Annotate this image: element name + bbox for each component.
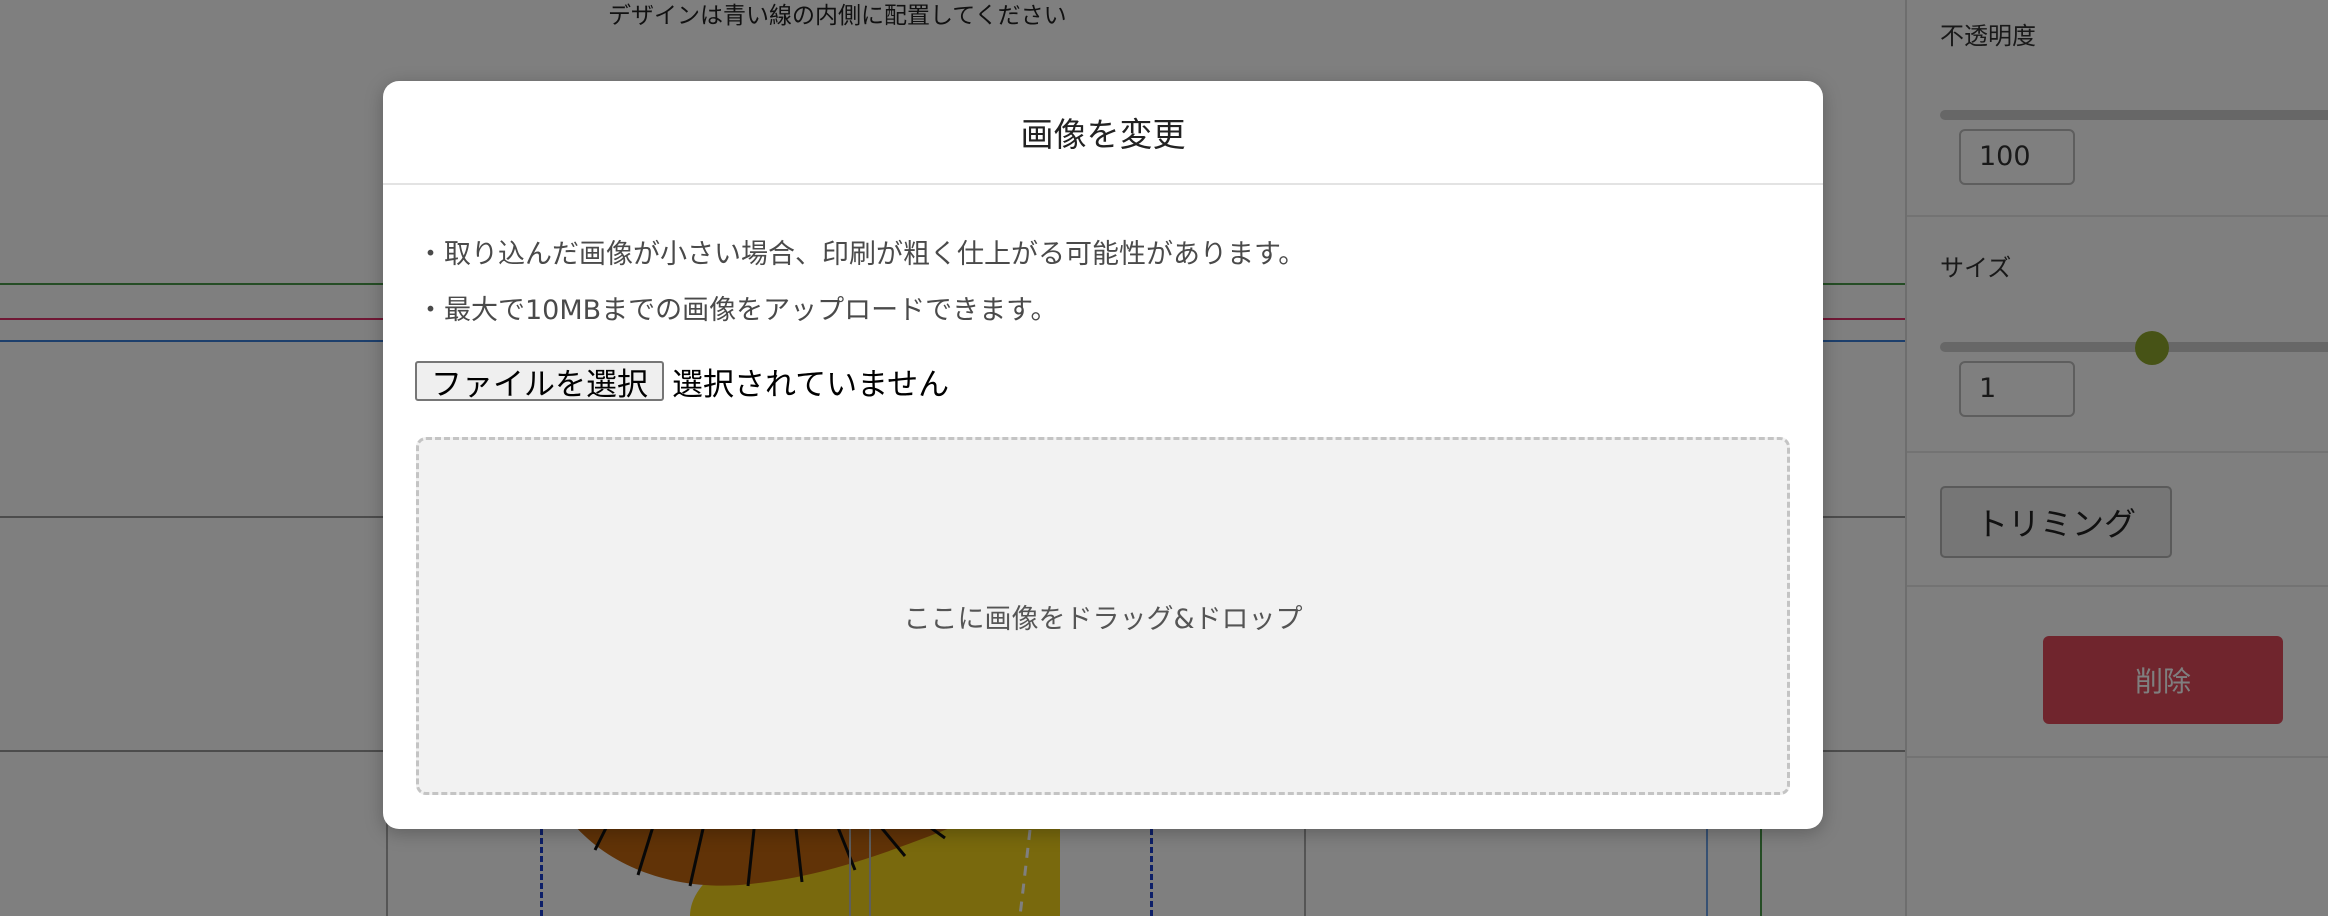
dialog-header: 画像を変更 (383, 81, 1823, 185)
file-status-text: 選択されていません (672, 366, 950, 403)
drop-zone-label: ここに画像をドラッグ&ドロップ (903, 603, 1303, 635)
app-stage: デザインは青い線の内側に配置してください (0, 0, 2328, 916)
choose-file-button[interactable]: ファイルを選択 (415, 361, 664, 403)
dialog-note: ・取り込んだ画像が小さい場合、印刷が粗く仕上がる可能性があります。 (417, 239, 1306, 270)
file-input: ファイルを選択 選択されていません (415, 360, 950, 403)
change-image-dialog: 画像を変更 ・取り込んだ画像が小さい場合、印刷が粗く仕上がる可能性があります。 … (383, 81, 1823, 829)
dialog-title: 画像を変更 (1020, 115, 1186, 154)
dialog-note: ・最大で10MBまでの画像をアップロードできます。 (417, 295, 1058, 326)
image-drop-zone[interactable]: ここに画像をドラッグ&ドロップ (416, 437, 1790, 795)
